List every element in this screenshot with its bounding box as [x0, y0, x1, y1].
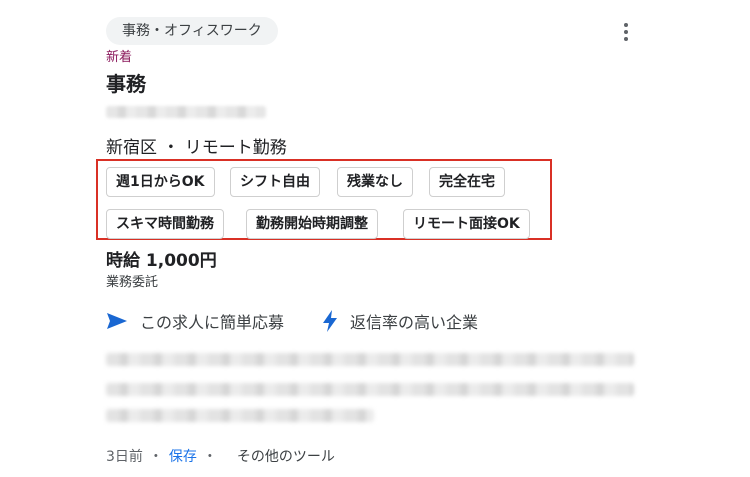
- description-redacted-line: [106, 409, 374, 422]
- footer-bar: 3日前・保存・その他のツール: [106, 446, 335, 466]
- high-response-feature: 返信率の高い企業: [322, 309, 478, 333]
- lightning-bolt-icon: [323, 310, 337, 332]
- more-dot: [624, 23, 628, 27]
- high-response-label: 返信率の高い企業: [350, 313, 479, 332]
- more-dot: [624, 30, 628, 34]
- feature-tag: 残業なし: [337, 167, 413, 197]
- more-options-icon[interactable]: [612, 18, 640, 46]
- company-name-redacted: [106, 106, 266, 118]
- easy-apply-label: この求人に簡単応募: [140, 313, 285, 332]
- easy-apply-feature: この求人に簡単応募: [106, 309, 284, 333]
- job-card[interactable]: 事務・オフィスワーク 新着 事務 新宿区 ・ リモート勤務 週1日からOK シフ…: [0, 0, 750, 477]
- feature-tag: リモート面接OK: [403, 209, 530, 239]
- new-badge: 新着: [106, 50, 133, 65]
- save-link[interactable]: 保存: [169, 449, 197, 465]
- employment-type: 業務委託: [106, 275, 159, 290]
- footer-separator: ・: [148, 449, 163, 465]
- description-redacted-line: [106, 353, 634, 366]
- category-chip[interactable]: 事務・オフィスワーク: [106, 17, 278, 45]
- feature-tag: シフト自由: [230, 167, 320, 197]
- more-tools-link[interactable]: その他のツール: [237, 449, 335, 465]
- footer-separator: ・: [202, 449, 217, 465]
- feature-tag: 勤務開始時期調整: [246, 209, 378, 239]
- feature-tag: 完全在宅: [429, 167, 505, 197]
- feature-tag: 週1日からOK: [106, 167, 215, 197]
- salary: 時給 1,000円: [106, 251, 217, 271]
- job-title[interactable]: 事務: [106, 68, 146, 97]
- more-dot: [624, 37, 628, 41]
- job-location: 新宿区 ・ リモート勤務: [106, 138, 287, 158]
- posted-time: 3日前: [106, 449, 143, 465]
- description-redacted-line: [106, 383, 634, 396]
- send-arrow-icon: [107, 313, 127, 329]
- feature-tag: スキマ時間勤務: [106, 209, 224, 239]
